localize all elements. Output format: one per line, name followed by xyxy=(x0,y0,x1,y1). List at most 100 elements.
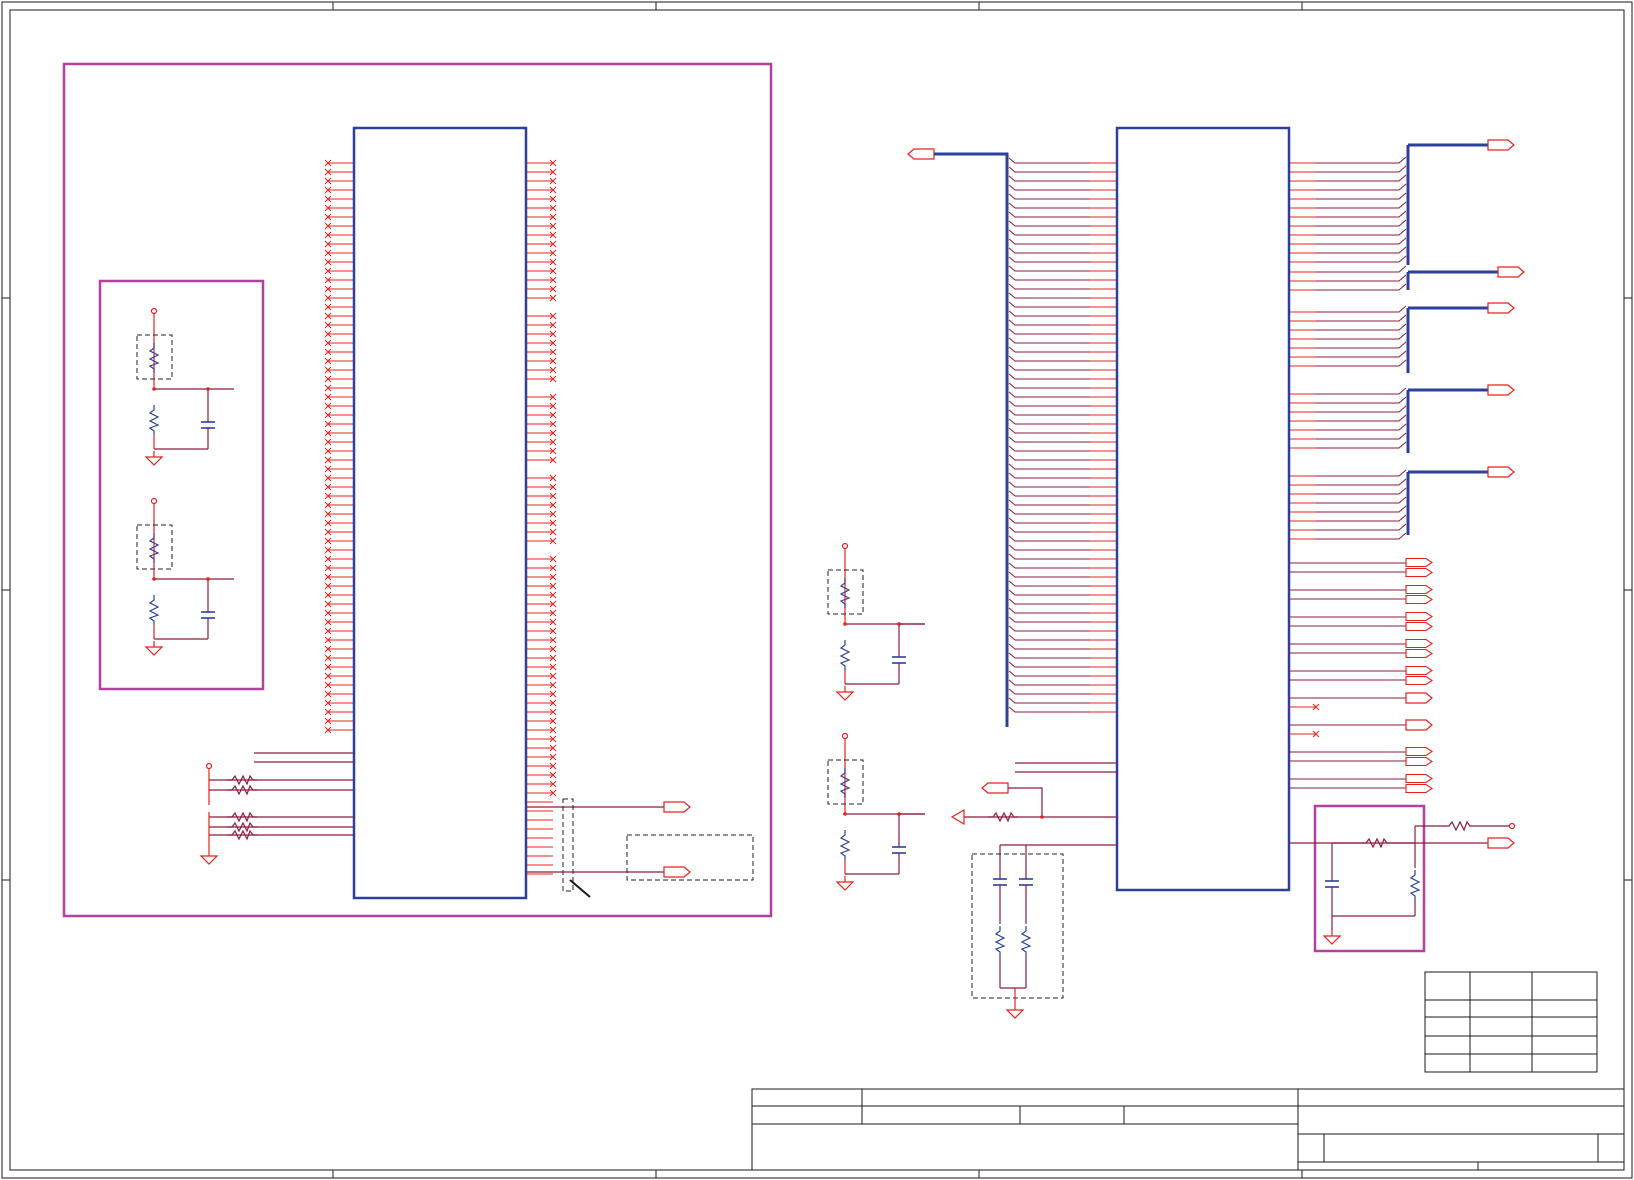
bus-trace xyxy=(1008,571,1117,578)
bus-trace xyxy=(1008,526,1117,533)
bus-trace xyxy=(1008,256,1117,263)
bus-trace xyxy=(1289,523,1407,531)
bus-trace xyxy=(1008,166,1117,173)
bus-trace xyxy=(1008,283,1117,290)
bus-trace xyxy=(1289,469,1407,477)
bus-trace xyxy=(1008,427,1117,434)
bus-trace xyxy=(1289,414,1407,422)
bus-trace xyxy=(1008,220,1117,227)
right-subblock xyxy=(1289,804,1516,953)
bus-trace xyxy=(1008,490,1117,497)
left-ic-body xyxy=(352,126,528,900)
bus-trace xyxy=(1008,202,1117,209)
dual-port-flag xyxy=(1405,665,1433,686)
bus-trace xyxy=(1008,274,1117,281)
bus-trace xyxy=(1008,265,1117,272)
bus-trace xyxy=(1008,607,1117,614)
bus-trace xyxy=(1289,423,1407,431)
bus-trace xyxy=(1008,634,1117,641)
bus-trace xyxy=(1008,679,1117,686)
bus-trace xyxy=(1289,332,1407,340)
bus-trace xyxy=(1289,255,1407,263)
rc-filter-bottom xyxy=(137,499,234,656)
bus-trace xyxy=(1289,156,1407,164)
bus-trace xyxy=(1008,337,1117,344)
dual-port-flag xyxy=(1405,638,1433,659)
bottom-left-inputs xyxy=(200,752,354,865)
bus-trace xyxy=(1008,328,1117,335)
bus-trace xyxy=(1289,183,1407,191)
bus-trace xyxy=(1008,157,1117,164)
bus-trace xyxy=(1289,210,1407,218)
bus-trace xyxy=(1008,616,1117,623)
bus-trace xyxy=(1008,481,1117,488)
right-chip-input-traces xyxy=(1008,157,1117,713)
bus-trace xyxy=(1008,652,1117,659)
bus-trace xyxy=(1289,314,1407,322)
bus-trace xyxy=(1008,238,1117,245)
bus-trace xyxy=(1008,517,1117,524)
bus-trace xyxy=(1008,553,1117,560)
bus-trace xyxy=(1289,514,1407,522)
schematic-sheet xyxy=(1,1,1633,1179)
bus-trace xyxy=(1008,598,1117,605)
left-block xyxy=(62,62,773,918)
bus-trace xyxy=(1008,310,1117,317)
bus-trace xyxy=(1008,661,1117,668)
bus-trace xyxy=(1289,387,1407,395)
bus-trace xyxy=(1008,472,1117,479)
left-chip-right-pins xyxy=(526,159,557,875)
bus-trace xyxy=(1289,165,1407,173)
bus-trace xyxy=(1289,228,1407,236)
bus-trace xyxy=(1008,580,1117,587)
bus-trace xyxy=(1008,499,1117,506)
bus-trace xyxy=(1289,265,1407,273)
revision-table xyxy=(1424,971,1598,1073)
bus-trace xyxy=(1289,441,1407,449)
bus-trace xyxy=(1008,319,1117,326)
bus-trace xyxy=(1008,373,1117,380)
right-ic-area xyxy=(907,126,1525,1019)
bus-trace xyxy=(1289,496,1407,504)
dual-port-flag xyxy=(1405,584,1433,605)
bus-trace xyxy=(1008,670,1117,677)
bus-trace xyxy=(1008,400,1117,407)
bus-trace xyxy=(1008,382,1117,389)
bus-trace xyxy=(1289,432,1407,440)
bus-trace xyxy=(1008,697,1117,704)
dual-port-flag xyxy=(1405,746,1433,767)
bus-trace xyxy=(1008,229,1117,236)
bus-trace xyxy=(1289,274,1407,282)
rc-filter-mid-bottom xyxy=(828,734,925,891)
bus-trace xyxy=(1289,246,1407,254)
bus-trace xyxy=(1008,589,1117,596)
bus-trace xyxy=(1008,436,1117,443)
bus-trace xyxy=(1008,175,1117,182)
left-chip-left-pins xyxy=(324,159,354,734)
bus-trace xyxy=(1289,487,1407,495)
bus-trace xyxy=(1008,688,1117,695)
right-chip-dual-ports xyxy=(1289,557,1433,794)
filter-subblock xyxy=(98,279,265,691)
bus-trace xyxy=(1289,505,1407,513)
bus-trace xyxy=(1008,544,1117,551)
bus-trace xyxy=(1008,625,1117,632)
bus-trace xyxy=(1008,292,1117,299)
bus-trace xyxy=(1289,405,1407,413)
bus-trace xyxy=(1008,706,1117,713)
dual-port-flag xyxy=(1405,557,1433,578)
bus-trace xyxy=(1008,418,1117,425)
bus-trace xyxy=(1289,396,1407,404)
bus-trace xyxy=(1008,409,1117,416)
right-chip-output-traces xyxy=(1289,156,1407,540)
bus-trace xyxy=(1289,192,1407,200)
bus-trace xyxy=(1008,247,1117,254)
left-chip-outputs xyxy=(526,798,754,898)
bus-trace xyxy=(1289,478,1407,486)
dual-port-flag xyxy=(1405,611,1433,632)
rc-filter-top xyxy=(137,309,234,466)
bus-trace xyxy=(1008,193,1117,200)
bus-trace xyxy=(1008,364,1117,371)
bus-trace xyxy=(1008,463,1117,470)
bus-trace xyxy=(1008,391,1117,398)
